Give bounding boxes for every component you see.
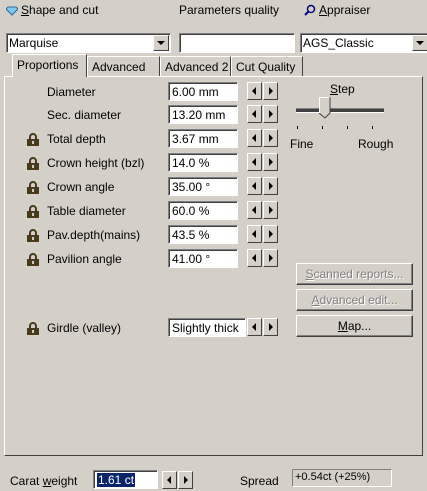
chevron-down-icon[interactable]	[153, 35, 169, 51]
spread-value: +0.54ct (+25%)	[292, 469, 392, 487]
appraiser-select[interactable]: AGS_Classic	[300, 33, 427, 53]
carat-weight-value: 1.61 ct	[97, 473, 136, 487]
shape-select[interactable]: Marquise	[6, 33, 171, 53]
spread-label: Spread	[240, 474, 279, 488]
carat-weight-label: Carat weight	[10, 474, 78, 488]
tab-panel	[4, 76, 423, 456]
appraiser-label: Appraiser	[304, 3, 370, 17]
magnifier-icon	[304, 4, 316, 16]
gem-icon	[5, 4, 19, 16]
tab-cut-quality[interactable]: Cut Quality	[231, 56, 303, 76]
tab-advanced[interactable]: Advanced	[87, 56, 160, 76]
quality-input[interactable]	[179, 33, 295, 53]
carat-decrement-button[interactable]	[162, 471, 177, 489]
tab-advanced-2[interactable]: Advanced 2	[160, 56, 231, 76]
carat-weight-input[interactable]: 1.61 ct	[93, 470, 158, 489]
carat-increment-button[interactable]	[178, 471, 193, 489]
appraiser-select-value: AGS_Classic	[303, 36, 374, 50]
shape-select-value: Marquise	[9, 36, 59, 50]
tab-proportions[interactable]: Proportions	[12, 54, 87, 77]
shape-and-cut-label: Shape and cut	[5, 3, 98, 17]
chevron-down-icon[interactable]	[412, 35, 427, 51]
parameters-quality-label: Parameters quality	[179, 3, 280, 17]
